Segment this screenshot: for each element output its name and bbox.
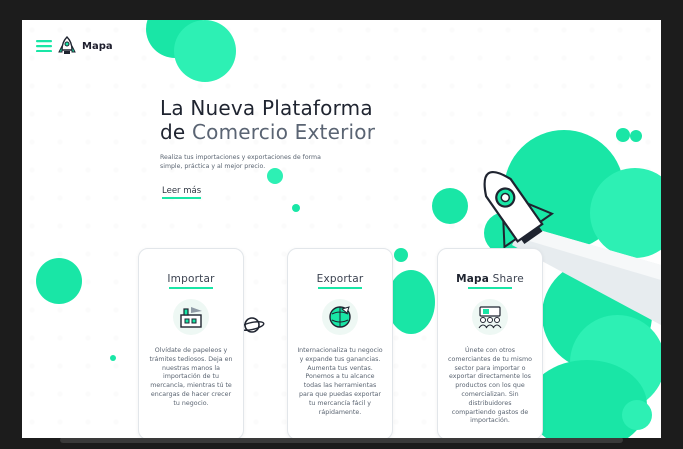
decor-blob bbox=[630, 130, 642, 142]
website-screen: Mapa La Nueva Plataforma de Comercio Ext… bbox=[22, 20, 661, 438]
card-text: Internacionaliza tu negocio y expande tu… bbox=[297, 347, 383, 416]
card-title-rest: Share bbox=[489, 273, 524, 285]
rocket-logo-icon[interactable] bbox=[58, 36, 76, 56]
site-header: Mapa bbox=[36, 36, 113, 56]
card-title: Importar bbox=[167, 273, 215, 285]
decor-blob bbox=[36, 258, 82, 304]
hero-title-prefix: de bbox=[160, 120, 192, 144]
decor-blob bbox=[174, 20, 236, 82]
hero-title-accent: Comercio Exterior bbox=[191, 120, 376, 144]
decor-blob bbox=[292, 204, 300, 212]
card-title: Mapa Share bbox=[438, 273, 542, 285]
decor-blob bbox=[616, 128, 630, 142]
card-title-underline bbox=[318, 287, 362, 289]
card-title: Exportar bbox=[316, 273, 364, 285]
decor-blob bbox=[387, 270, 435, 334]
card-exportar[interactable]: Exportar Internacionaliza tu negocio y e… bbox=[287, 248, 393, 438]
decor-blob bbox=[622, 400, 652, 430]
brand-name[interactable]: Mapa bbox=[82, 41, 113, 52]
menu-icon[interactable] bbox=[36, 40, 52, 52]
card-title-underline bbox=[169, 287, 213, 289]
hero-title-line2: de Comercio Exterior bbox=[160, 120, 460, 144]
decor-blob bbox=[110, 355, 116, 361]
card-title-bold: Mapa bbox=[456, 273, 490, 285]
globe-plane-icon bbox=[322, 299, 358, 335]
read-more-link[interactable]: Leer más bbox=[162, 186, 202, 199]
hero-title-line1: La Nueva Plataforma bbox=[160, 96, 373, 120]
factory-icon bbox=[173, 299, 209, 335]
card-text: Únete con otros comerciantes de tu mismo… bbox=[448, 347, 532, 425]
hero-title: La Nueva Plataforma de Comercio Exterior bbox=[160, 96, 460, 144]
card-text: Olvídate de papeleos y trámites tediosos… bbox=[149, 347, 233, 407]
hero-subtitle: Realiza tus importaciones y exportacione… bbox=[160, 154, 321, 170]
card-mapa-share[interactable]: Mapa Share Únete con otros comerciantes … bbox=[437, 248, 543, 438]
team-icon bbox=[472, 299, 508, 335]
decor-blob bbox=[394, 248, 408, 262]
card-title-underline bbox=[468, 287, 512, 289]
card-importar[interactable]: Importar Olvídate de papeleos y trámites… bbox=[138, 248, 244, 438]
